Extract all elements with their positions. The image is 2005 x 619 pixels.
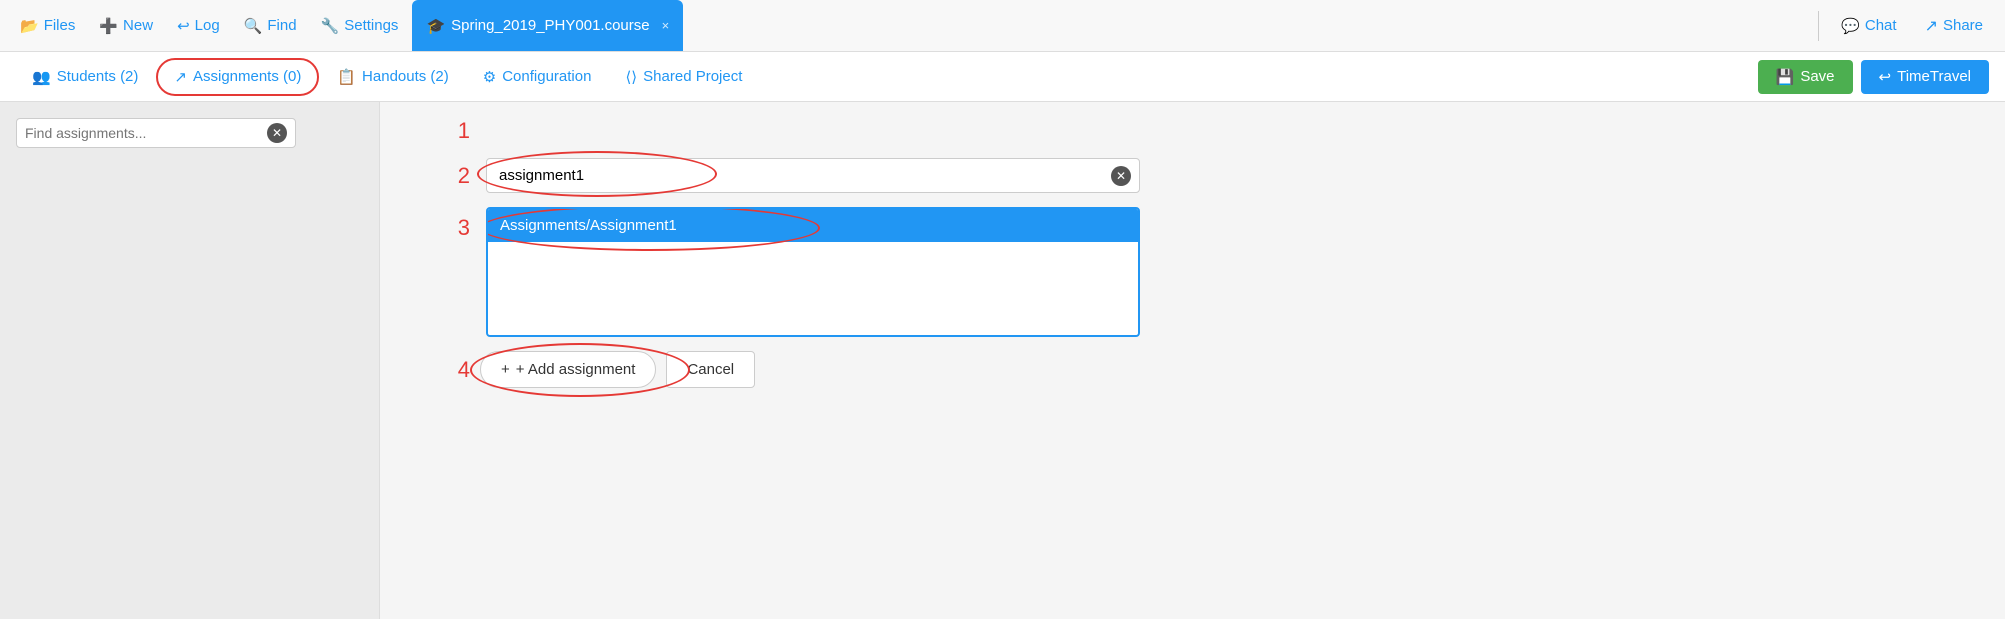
search-input[interactable] (25, 125, 261, 141)
settings-label: Settings (344, 17, 398, 34)
folder-icon: 📂 (20, 17, 39, 35)
log-icon: ↩ (177, 17, 190, 35)
form-area: 1 2 ✕ 3 Assignme (440, 118, 1140, 388)
assignments-label: Assignments (0) (193, 68, 301, 85)
shared-icon: ⟨⟩ (625, 68, 637, 86)
right-panel: 1 2 ✕ 3 Assignme (380, 102, 2005, 619)
share-icon: ↗ (1925, 16, 1938, 36)
save-button[interactable]: 💾 Save (1758, 60, 1853, 94)
files-label: Files (44, 17, 76, 34)
tab-handouts[interactable]: 📋 Handouts (2) (321, 60, 464, 94)
main-content: ✕ 1 2 ✕ 3 (0, 102, 2005, 619)
search-icon: 🔍 (244, 17, 263, 35)
log-label: Log (195, 17, 220, 34)
add-assignment-button[interactable]: + + Add assignment (480, 351, 656, 388)
save-icon: 💾 (1776, 68, 1795, 86)
timetravel-label: TimeTravel (1897, 68, 1971, 85)
assignment-path-listbox[interactable]: Assignments/Assignment1 (486, 207, 1140, 337)
chat-button[interactable]: 💬 Chat (1829, 11, 1908, 41)
configuration-label: Configuration (502, 68, 591, 85)
assignment-name-field-wrapper: ✕ (486, 158, 1140, 193)
tab-close-button[interactable]: × (662, 18, 670, 33)
tab-shared-project[interactable]: ⟨⟩ Shared Project (609, 60, 758, 94)
step3-row: 3 Assignments/Assignment1 (440, 207, 1140, 337)
step2-row: 2 ✕ (440, 158, 1140, 193)
wrench-icon: 🔧 (321, 17, 340, 35)
find-label: Find (267, 17, 296, 34)
right-bar: 💬 Chat ↗ Share (1812, 10, 1995, 42)
step1-number: 1 (440, 118, 470, 144)
top-bar: 📂 Files ➕ New ↩ Log 🔍 Find 🔧 Settings 🎓 … (0, 0, 2005, 52)
save-label: Save (1800, 68, 1834, 85)
find-button[interactable]: 🔍 Find (234, 11, 307, 41)
shared-project-label: Shared Project (643, 68, 742, 85)
share-label: Share (1943, 17, 1983, 34)
cancel-label: Cancel (687, 361, 734, 378)
listbox-item[interactable]: Assignments/Assignment1 (488, 209, 1138, 242)
new-button[interactable]: ➕ New (89, 11, 163, 41)
step1-row: 1 (440, 118, 1140, 144)
students-icon: 👥 (32, 68, 51, 86)
timetravel-icon: ↩ (1879, 68, 1892, 86)
active-tab-label: Spring_2019_PHY001.course (451, 17, 649, 34)
step4-number: 4 (440, 357, 470, 383)
handouts-label: Handouts (2) (362, 68, 449, 85)
left-panel: ✕ (0, 102, 380, 619)
log-button[interactable]: ↩ Log (167, 11, 230, 41)
tab-configuration[interactable]: ⚙ Configuration (467, 60, 608, 94)
chat-label: Chat (1865, 17, 1897, 34)
tab-students[interactable]: 👥 Students (2) (16, 60, 154, 94)
clear-name-button[interactable]: ✕ (1111, 166, 1131, 186)
timetravel-button[interactable]: ↩ TimeTravel (1861, 60, 1989, 94)
step2-number: 2 (440, 163, 470, 189)
config-icon: ⚙ (483, 68, 496, 86)
share-button[interactable]: ↗ Share (1913, 10, 1995, 42)
listbox-item-text: Assignments/Assignment1 (500, 217, 677, 234)
handouts-icon: 📋 (337, 68, 356, 86)
add-assignment-label: + Add assignment (516, 361, 636, 378)
step3-number: 3 (440, 215, 470, 241)
step4-row: 4 + + Add assignment Cancel (440, 351, 1140, 388)
nav-bar: 👥 Students (2) ↗ Assignments (0) 📋 Hando… (0, 52, 2005, 102)
assignments-icon: ↗ (174, 68, 187, 86)
files-button[interactable]: 📂 Files (10, 11, 85, 41)
active-tab[interactable]: 🎓 Spring_2019_PHY001.course × (412, 0, 683, 51)
students-label: Students (2) (57, 68, 139, 85)
plus-circle-icon: ➕ (99, 17, 118, 35)
plus-icon: + (501, 361, 510, 378)
tab-assignments[interactable]: ↗ Assignments (0) (156, 58, 319, 96)
new-label: New (123, 17, 153, 34)
assignment-name-input[interactable] (487, 159, 1111, 192)
clear-search-button[interactable]: ✕ (267, 123, 287, 143)
chat-icon: 💬 (1841, 17, 1860, 35)
search-box: ✕ (16, 118, 296, 148)
course-icon: 🎓 (426, 17, 445, 35)
cancel-button[interactable]: Cancel (666, 351, 755, 388)
settings-button[interactable]: 🔧 Settings (311, 11, 409, 41)
